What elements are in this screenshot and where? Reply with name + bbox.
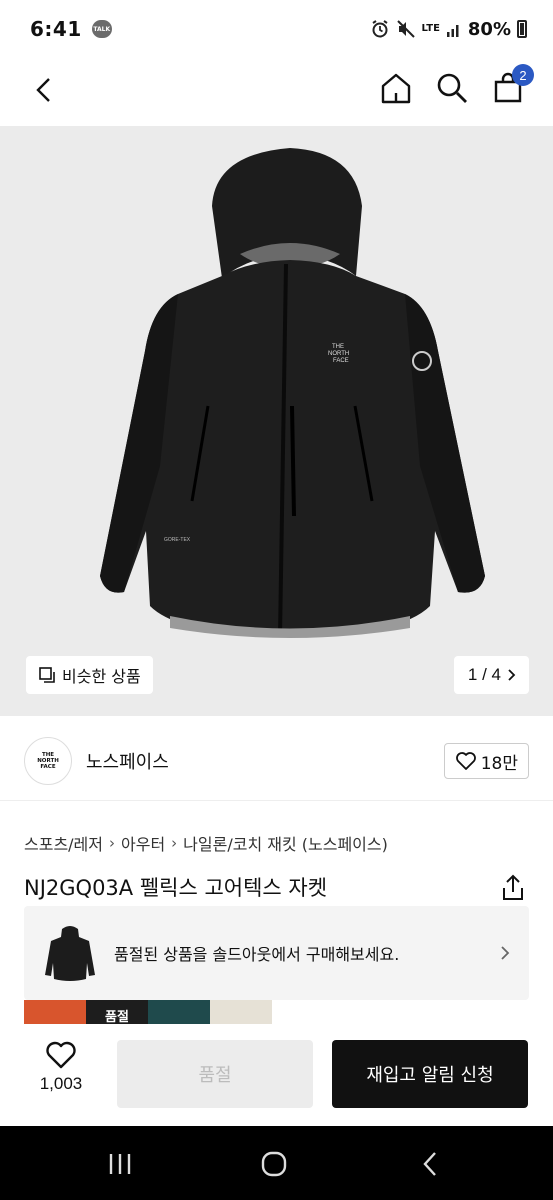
product-title: NJ2GQ03A 펠릭스 고어텍스 자켓 — [24, 876, 328, 900]
brand-like-count: 18만 — [480, 753, 518, 774]
color-options: 품절 — [24, 1000, 272, 1024]
soldout-banner[interactable]: 품절된 상품을 솔드아웃에서 구매해보세요. — [24, 906, 529, 1000]
back-icon — [423, 1152, 436, 1176]
brand-logo[interactable]: THE NORTH FACE — [24, 737, 72, 785]
color-option[interactable]: 품절 — [86, 1000, 148, 1024]
breadcrumb-item[interactable]: 스포츠/레저 — [24, 831, 103, 855]
brand-name[interactable]: 노스페이스 — [86, 748, 169, 774]
brand-like-button[interactable]: 18만 — [443, 743, 529, 779]
heart-icon — [46, 1041, 76, 1069]
wishlist-button[interactable]: 1,003 — [28, 1040, 94, 1110]
chevron-right-icon: › — [171, 834, 178, 852]
bottom-action-bar: 1,003 품절 재입고 알림 신청 — [0, 1024, 553, 1126]
color-option[interactable] — [148, 1000, 210, 1024]
similar-products-button[interactable]: 비슷한 상품 — [26, 656, 153, 694]
breadcrumb-item[interactable]: 나일론/코치 재킷 (노스페이스) — [183, 831, 388, 855]
alarm-icon — [370, 19, 390, 39]
chevron-right-icon: › — [109, 834, 115, 852]
home-icon — [381, 73, 411, 104]
mute-icon — [396, 19, 416, 39]
home-circle-icon — [261, 1151, 287, 1177]
goretex-tag: GORE-TEX — [164, 537, 191, 543]
color-option[interactable] — [24, 1000, 86, 1024]
wishlist-count: 1,003 — [39, 1074, 83, 1093]
breadcrumb: 스포츠/레저 › 아우터 › 나일론/코치 재킷 (노스페이스) — [24, 831, 388, 855]
search-button[interactable] — [432, 68, 472, 108]
divider — [0, 800, 553, 801]
recent-apps-button[interactable] — [100, 1146, 140, 1182]
color-option[interactable] — [210, 1000, 272, 1024]
heart-icon — [455, 752, 476, 770]
battery-icon — [517, 20, 527, 38]
share-button[interactable] — [500, 874, 526, 902]
back-nav-button[interactable] — [410, 1146, 450, 1182]
chevron-right-icon — [508, 669, 516, 681]
status-bar: 6:41 TALK LTE 80% — [0, 0, 553, 58]
cart-count-badge: 2 — [512, 64, 534, 86]
jacket-logo-line: FACE — [333, 358, 349, 364]
recent-apps-icon — [109, 1154, 131, 1174]
battery-percent: 80% — [467, 18, 511, 40]
brand-row[interactable]: THE NORTH FACE 노스페이스 18만 — [24, 736, 529, 786]
soldout-banner-text: 품절된 상품을 솔드아웃에서 구매해보세요. — [114, 945, 400, 964]
system-navigation-bar — [0, 1126, 553, 1200]
back-button[interactable] — [26, 70, 62, 110]
soldout-button[interactable]: 품절 — [117, 1040, 313, 1108]
home-nav-button[interactable] — [254, 1146, 294, 1182]
cart-button[interactable]: 2 — [488, 64, 534, 108]
signal-icon — [446, 20, 462, 38]
similar-products-label: 비슷한 상품 — [62, 667, 141, 686]
product-image-gallery[interactable]: THE NORTH FACE GORE-TEX 비슷한 상품 1 / 4 — [0, 126, 553, 716]
home-button[interactable] — [376, 68, 416, 108]
share-icon — [503, 874, 523, 900]
chevron-right-icon — [501, 946, 510, 960]
image-page-indicator[interactable]: 1 / 4 — [453, 656, 529, 694]
status-time: 6:41 — [30, 17, 82, 41]
jacket-logo-line: NORTH — [328, 351, 349, 357]
search-icon — [437, 73, 467, 103]
jacket-logo-line: THE — [332, 344, 344, 350]
soldout-label: 품절 — [105, 1010, 129, 1024]
kakaotalk-icon: TALK — [91, 20, 112, 38]
brand-logo-line: FACE — [40, 764, 56, 770]
back-icon — [36, 78, 50, 102]
breadcrumb-item[interactable]: 아우터 — [121, 831, 165, 855]
banner-product-thumbnail — [42, 920, 98, 986]
app-header: 2 — [0, 58, 553, 126]
product-image: THE NORTH FACE GORE-TEX — [100, 148, 485, 638]
copy-icon — [39, 667, 55, 683]
restock-alert-button[interactable]: 재입고 알림 신청 — [332, 1040, 528, 1108]
page-indicator-text: 1 / 4 — [467, 665, 501, 684]
network-type: LTE — [421, 23, 440, 34]
